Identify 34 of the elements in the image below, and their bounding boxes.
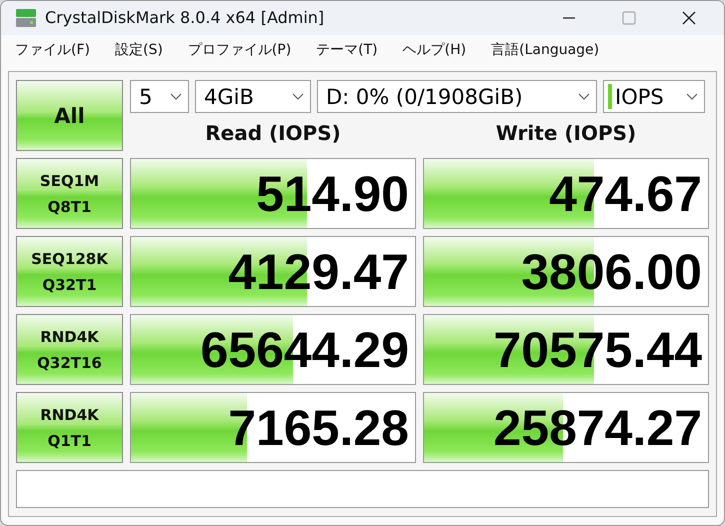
chevron-down-icon (292, 92, 304, 100)
drive-icon (15, 8, 37, 28)
all-button[interactable]: All (16, 80, 123, 151)
test-button[interactable]: SEQ128K Q32T1 (16, 236, 123, 307)
result-cell: 474.67 (423, 158, 709, 229)
menu-item[interactable]: ヘルプ(H) (402, 40, 466, 59)
test-button[interactable]: RND4K Q32T16 (16, 314, 123, 385)
result-cell: 65644.29 (130, 314, 416, 385)
result-cell: 514.90 (130, 158, 416, 229)
menu-item[interactable]: ファイル(F) (15, 40, 90, 59)
result-cell: 4129.47 (130, 236, 416, 307)
menu-item[interactable]: テーマ(T) (316, 40, 378, 59)
result-cell: 3806.00 (423, 236, 709, 307)
test-button[interactable]: RND4K Q1T1 (16, 392, 123, 463)
dropdown[interactable]: D: 0% (0/1908GiB) (317, 80, 597, 113)
dropdown[interactable]: IOPS (603, 80, 705, 113)
column-header: Write (IOPS) (494, 121, 638, 145)
menu-item[interactable]: プロファイル(P) (188, 40, 292, 59)
dropdown[interactable]: 4GiB (195, 80, 311, 113)
close-icon[interactable] (682, 10, 696, 25)
result-cell: 7165.28 (130, 392, 416, 463)
dropdown[interactable]: 5 (130, 80, 189, 113)
menu-item[interactable]: 言語(Language) (491, 40, 600, 59)
comment-field[interactable] (16, 470, 709, 508)
indicator-bar (608, 84, 612, 109)
window-title: CrystalDiskMark 8.0.4 x64 [Admin] (45, 8, 324, 28)
menu-item[interactable]: 設定(S) (114, 40, 163, 59)
chevron-down-icon (686, 92, 698, 100)
chevron-down-icon (170, 92, 182, 100)
result-cell: 70575.44 (423, 314, 709, 385)
test-button[interactable]: SEQ1M Q8T1 (16, 158, 123, 229)
chevron-down-icon (578, 92, 590, 100)
column-header: Read (IOPS) (204, 121, 342, 145)
result-cell: 25874.27 (423, 392, 709, 463)
